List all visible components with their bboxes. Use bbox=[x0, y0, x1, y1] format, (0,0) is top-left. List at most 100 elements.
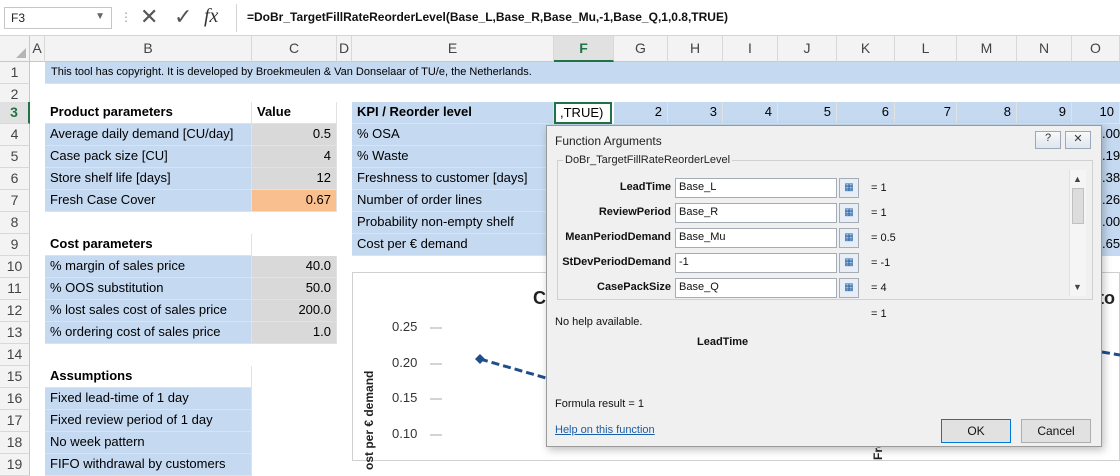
kpi-label[interactable]: Cost per € demand bbox=[352, 234, 554, 256]
row-header-15[interactable]: 15 bbox=[0, 366, 30, 388]
row-header-6[interactable]: 6 bbox=[0, 168, 30, 190]
kpi-label[interactable]: Number of order lines bbox=[352, 190, 554, 212]
assumption-item[interactable]: Fixed review period of 1 day bbox=[45, 410, 252, 432]
column-header-g[interactable]: G bbox=[614, 36, 668, 62]
column-header-f[interactable]: F bbox=[554, 36, 614, 62]
cost-label[interactable]: % ordering cost of sales price bbox=[45, 322, 252, 344]
assumption-item[interactable]: FIFO withdrawal by customers bbox=[45, 454, 252, 476]
cancel-button[interactable]: Cancel bbox=[1021, 419, 1091, 443]
formula-input[interactable]: =DoBr_TargetFillRateReorderLevel(Base_L,… bbox=[236, 4, 1120, 32]
scroll-down-icon[interactable]: ▼ bbox=[1073, 282, 1082, 292]
param-label[interactable]: Average daily demand [CU/day] bbox=[45, 124, 252, 146]
row-header-7[interactable]: 7 bbox=[0, 190, 30, 212]
arg-input-leadtime[interactable]: Base_L bbox=[675, 178, 837, 198]
row-header-17[interactable]: 17 bbox=[0, 410, 30, 432]
close-icon[interactable]: ✕ bbox=[1065, 131, 1091, 149]
kpi-label[interactable]: % OSA bbox=[352, 124, 554, 146]
cost-value[interactable]: 40.0 bbox=[252, 256, 337, 278]
column-header-h[interactable]: H bbox=[668, 36, 723, 62]
active-cell-f3[interactable]: ,TRUE) bbox=[554, 102, 612, 124]
column-header-n[interactable]: N bbox=[1017, 36, 1072, 62]
collapse-dialog-icon[interactable]: ▦ bbox=[839, 203, 859, 223]
kpi-level[interactable]: 4 bbox=[723, 102, 778, 124]
help-link[interactable]: Help on this function bbox=[555, 424, 655, 436]
kpi-level[interactable]: 7 bbox=[895, 102, 957, 124]
chevron-down-icon[interactable]: ▼ bbox=[95, 11, 105, 22]
kpi-level[interactable]: 10 bbox=[1072, 102, 1120, 124]
kpi-level[interactable]: 2 bbox=[614, 102, 668, 124]
row-header-13[interactable]: 13 bbox=[0, 322, 30, 344]
enter-entry-icon[interactable]: ✓ bbox=[174, 4, 192, 30]
row-header-19[interactable]: 19 bbox=[0, 454, 30, 476]
kpi-level[interactable]: 3 bbox=[668, 102, 723, 124]
row-header-10[interactable]: 10 bbox=[0, 256, 30, 278]
row-header-4[interactable]: 4 bbox=[0, 124, 30, 146]
row-header-3[interactable]: 3 bbox=[0, 102, 30, 124]
param-value[interactable]: 0.67 bbox=[252, 190, 337, 212]
column-header-d[interactable]: D bbox=[337, 36, 352, 62]
kpi-value-partial[interactable]: .19 bbox=[1102, 146, 1120, 168]
cost-label[interactable]: % OOS substitution bbox=[45, 278, 252, 300]
collapse-dialog-icon[interactable]: ▦ bbox=[839, 178, 859, 198]
kpi-value-partial[interactable]: .65 bbox=[1102, 234, 1120, 256]
assumption-item[interactable]: Fixed lead-time of 1 day bbox=[45, 388, 252, 410]
column-header-j[interactable]: J bbox=[778, 36, 837, 62]
arg-input-casepacksize[interactable]: Base_Q bbox=[675, 278, 837, 298]
arg-input-reviewperiod[interactable]: Base_R bbox=[675, 203, 837, 223]
cancel-entry-icon[interactable]: ✕ bbox=[140, 4, 158, 30]
row-header-9[interactable]: 9 bbox=[0, 234, 30, 256]
row-header-18[interactable]: 18 bbox=[0, 432, 30, 454]
column-header-b[interactable]: B bbox=[45, 36, 252, 62]
param-label[interactable]: Store shelf life [days] bbox=[45, 168, 252, 190]
kpi-label[interactable]: % Waste bbox=[352, 146, 554, 168]
scroll-up-icon[interactable]: ▲ bbox=[1073, 174, 1082, 184]
assumption-item[interactable]: No week pattern bbox=[45, 432, 252, 454]
arg-input-stdevperioddemand[interactable]: -1 bbox=[675, 253, 837, 273]
kpi-value-partial[interactable]: .00 bbox=[1102, 124, 1120, 146]
kpi-header[interactable]: KPI / Reorder level bbox=[352, 102, 554, 124]
name-box[interactable]: F3 ▼ bbox=[4, 7, 112, 29]
cost-value[interactable]: 1.0 bbox=[252, 322, 337, 344]
row-header-8[interactable]: 8 bbox=[0, 212, 30, 234]
copyright-banner[interactable]: This tool has copyright. It is developed… bbox=[45, 62, 1120, 84]
param-label[interactable]: Case pack size [CU] bbox=[45, 146, 252, 168]
column-header-c[interactable]: C bbox=[252, 36, 337, 62]
param-label[interactable]: Fresh Case Cover bbox=[45, 190, 252, 212]
collapse-dialog-icon[interactable]: ▦ bbox=[839, 228, 859, 248]
kpi-level[interactable]: 5 bbox=[778, 102, 837, 124]
param-value[interactable]: 4 bbox=[252, 146, 337, 168]
column-header-k[interactable]: K bbox=[837, 36, 895, 62]
insert-function-icon[interactable]: fx bbox=[204, 5, 218, 28]
column-header-l[interactable]: L bbox=[895, 36, 957, 62]
kpi-value-partial[interactable]: .26 bbox=[1102, 190, 1120, 212]
select-all-corner[interactable] bbox=[0, 36, 30, 62]
param-value[interactable]: 0.5 bbox=[252, 124, 337, 146]
assumptions-header[interactable]: Assumptions bbox=[45, 366, 252, 388]
row-header-1[interactable]: 1 bbox=[0, 62, 30, 84]
collapse-dialog-icon[interactable]: ▦ bbox=[839, 253, 859, 273]
value-header[interactable]: Value bbox=[252, 102, 337, 124]
row-header-11[interactable]: 11 bbox=[0, 278, 30, 300]
arg-input-meanperioddemand[interactable]: Base_Mu bbox=[675, 228, 837, 248]
kpi-value-partial[interactable]: .00 bbox=[1102, 212, 1120, 234]
product-parameters-header[interactable]: Product parameters bbox=[45, 102, 252, 124]
kpi-label[interactable]: Freshness to customer [days] bbox=[352, 168, 554, 190]
column-header-m[interactable]: M bbox=[957, 36, 1017, 62]
kpi-level[interactable]: 9 bbox=[1017, 102, 1072, 124]
arguments-scrollbar[interactable]: ▲ ▼ bbox=[1069, 170, 1086, 296]
cost-value[interactable]: 200.0 bbox=[252, 300, 337, 322]
collapse-dialog-icon[interactable]: ▦ bbox=[839, 278, 859, 298]
row-header-14[interactable]: 14 bbox=[0, 344, 30, 366]
ok-button[interactable]: OK bbox=[941, 419, 1011, 443]
column-header-e[interactable]: E bbox=[352, 36, 554, 62]
column-header-o[interactable]: O bbox=[1072, 36, 1120, 62]
kpi-level[interactable]: 6 bbox=[837, 102, 895, 124]
help-icon[interactable]: ? bbox=[1035, 131, 1061, 149]
row-header-12[interactable]: 12 bbox=[0, 300, 30, 322]
cost-label[interactable]: % margin of sales price bbox=[45, 256, 252, 278]
kpi-value-partial[interactable]: .38 bbox=[1102, 168, 1120, 190]
scrollbar-thumb[interactable] bbox=[1072, 188, 1084, 224]
column-header-i[interactable]: I bbox=[723, 36, 778, 62]
cost-value[interactable]: 50.0 bbox=[252, 278, 337, 300]
row-header-16[interactable]: 16 bbox=[0, 388, 30, 410]
